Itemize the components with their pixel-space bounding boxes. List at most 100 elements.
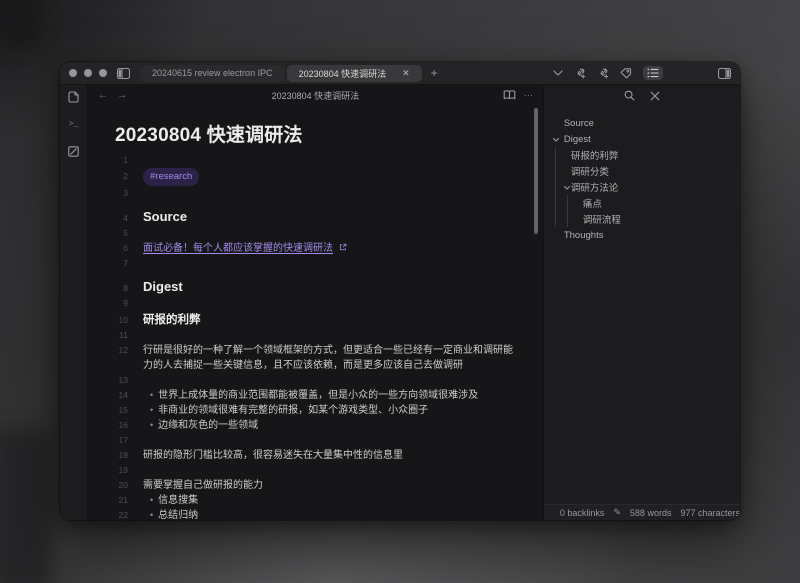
outline-item-label: 调研方法论 [571, 180, 619, 194]
outline-item-label: 调研流程 [583, 212, 621, 226]
chevron-down-icon[interactable] [552, 136, 560, 144]
line-number: 20 [88, 478, 128, 493]
line-number: 4 [88, 211, 128, 226]
line-content: •总结归纳 [143, 508, 543, 520]
editor-line[interactable]: 7 [88, 256, 543, 271]
editor-line[interactable]: 3 [88, 186, 543, 201]
outline-item[interactable]: Thoughts [544, 227, 740, 243]
editor-scrollbar[interactable] [534, 108, 538, 234]
editor-line[interactable]: 14•世界上成体量的商业范围都能被覆盖，但是小众的一些方向领域很难涉及 [88, 388, 543, 403]
line-number: 8 [88, 281, 128, 296]
tab[interactable]: 20240615 review electron IPC [140, 65, 285, 82]
line-number: 1 [88, 153, 128, 168]
line-number: 9 [88, 296, 128, 311]
left-ribbon: >_ [60, 85, 88, 520]
back-icon[interactable]: ← [98, 91, 108, 101]
outline-item[interactable]: 调研方法论 [544, 179, 740, 195]
editor-line[interactable]: 9 [88, 296, 543, 311]
outline-item-label: Digest [564, 134, 591, 145]
editor-line[interactable]: 1 [88, 153, 543, 168]
zoom-window-button[interactable] [99, 69, 107, 77]
line-content: 研报的利弊 [143, 313, 543, 328]
external-link[interactable]: 面试必备！每个人都应该掌握的快速调研法 [143, 243, 333, 254]
terminal-icon[interactable]: >_ [69, 117, 79, 131]
editor-line[interactable]: 8 Digest [88, 271, 543, 296]
editor-line[interactable]: 22•总结归纳 [88, 508, 543, 520]
edit-mode-icon[interactable]: ✎ [613, 507, 621, 518]
inline-title[interactable]: 20230804 快速调研法 [115, 120, 519, 147]
tags-icon[interactable] [620, 68, 632, 79]
line-content: •非商业的领域很难有完整的研报，如某个游戏类型、小众圈子 [143, 403, 543, 418]
editor-line[interactable]: 4 Source [88, 201, 543, 226]
tabbar-actions [553, 66, 731, 80]
line-content: 面试必备！每个人都应该掌握的快速调研法 [143, 241, 543, 256]
editor-line[interactable]: 19 [88, 463, 543, 478]
outline-item-label: 研报的利弊 [571, 148, 619, 162]
line-content: 需要掌握自己做研报的能力 [143, 478, 543, 493]
minimize-window-button[interactable] [84, 69, 92, 77]
editor-line[interactable]: 12行研是很好的一种了解一个领域框架的方式，但更适合一些已经有一定商业和调研能力… [88, 343, 543, 373]
editor-line[interactable]: 16 •边缘和灰色的一些领域 [88, 418, 543, 433]
toggle-right-sidebar-icon[interactable] [718, 68, 731, 79]
line-number: 13 [88, 373, 128, 388]
line-content: 行研是很好的一种了解一个领域框架的方式，但更适合一些已经有一定商业和调研能力的人… [143, 343, 543, 373]
new-tab-button[interactable]: + [431, 67, 438, 79]
forward-icon[interactable]: → [117, 91, 127, 101]
chevron-down-icon[interactable] [553, 70, 563, 76]
line-content: 研报的隐形门槛比较高，很容易迷失在大量集中性的信息里 [143, 448, 543, 463]
editor-line[interactable]: 13 [88, 373, 543, 388]
line-number: 19 [88, 463, 128, 478]
search-icon[interactable] [624, 88, 635, 106]
line-content: •边缘和灰色的一些领域 [143, 418, 543, 433]
status-bar: 0 backlinks ✎ 588 words 977 characters [544, 504, 740, 520]
collapse-all-icon[interactable] [650, 88, 660, 106]
outline-item[interactable]: Source [544, 115, 740, 131]
line-number: 15 [88, 403, 128, 418]
editor-line[interactable]: 6 面试必备！每个人都应该掌握的快速调研法 [88, 241, 543, 256]
editor-line[interactable]: 11 [88, 328, 543, 343]
tab[interactable]: 20230804 快速调研法✕ [287, 65, 422, 82]
editor-line[interactable]: 5 [88, 226, 543, 241]
line-number: 16 [88, 418, 128, 433]
outline-item[interactable]: Digest [544, 131, 740, 147]
tag-pill[interactable]: #research [143, 168, 199, 186]
close-window-button[interactable] [69, 69, 77, 77]
bullet-icon: • [150, 390, 153, 400]
editor-line[interactable]: 10研报的利弊 [88, 311, 543, 328]
line-content: Source [143, 209, 543, 224]
outline-item[interactable]: 研报的利弊 [544, 147, 740, 163]
editor-line[interactable]: 17 [88, 433, 543, 448]
editor-line[interactable]: 20 需要掌握自己做研报的能力 [88, 478, 543, 493]
editor-line[interactable]: 15 •非商业的领域很难有完整的研报，如某个游戏类型、小众圈子 [88, 403, 543, 418]
outline-item[interactable]: 痛点 [544, 195, 740, 211]
window-controls [69, 69, 107, 77]
window-main: >_ ← → 20230804 快速调研法 ⋯ 20230804 快速调研法 1… [60, 85, 740, 520]
outline-item[interactable]: 调研流程 [544, 211, 740, 227]
line-content: Digest [143, 279, 543, 294]
canvas-icon[interactable] [68, 144, 79, 158]
reading-mode-icon[interactable] [503, 90, 516, 102]
add-embed-icon[interactable] [597, 67, 609, 79]
more-options-icon[interactable]: ⋯ [524, 90, 533, 101]
close-tab-icon[interactable]: ✕ [402, 68, 410, 79]
obsidian-window: 20240615 review electron IPC20230804 快速调… [60, 62, 740, 520]
add-link-icon[interactable] [574, 67, 586, 79]
editor-line[interactable]: 21•信息搜集 [88, 493, 543, 508]
chevron-down-icon[interactable] [563, 184, 571, 192]
editor-line[interactable]: 2#research [88, 168, 543, 186]
backlinks-count[interactable]: 0 backlinks [560, 508, 605, 518]
toggle-left-sidebar-icon[interactable] [117, 68, 130, 79]
list-view-icon[interactable] [643, 66, 663, 80]
background-dark-patch [0, 0, 38, 46]
outline-tree: Source Digest 研报的利弊调研分类 调研方法论痛点调研流程Though… [544, 109, 740, 504]
bullet-icon: • [150, 420, 153, 430]
outline-item[interactable]: 调研分类 [544, 163, 740, 179]
line-number: 7 [88, 256, 128, 271]
editor-body[interactable]: 20230804 快速调研法 12#research3 4 Source 56 面试必备… [88, 106, 543, 520]
line-number: 6 [88, 241, 128, 256]
outline-item-label: Source [564, 118, 594, 129]
quick-switcher-icon[interactable] [68, 90, 79, 104]
editor-line[interactable]: 18研报的隐形门槛比较高，很容易迷失在大量集中性的信息里 [88, 448, 543, 463]
outline-item-label: 痛点 [583, 196, 602, 210]
tab-bar: 20240615 review electron IPC20230804 快速调… [60, 62, 740, 85]
